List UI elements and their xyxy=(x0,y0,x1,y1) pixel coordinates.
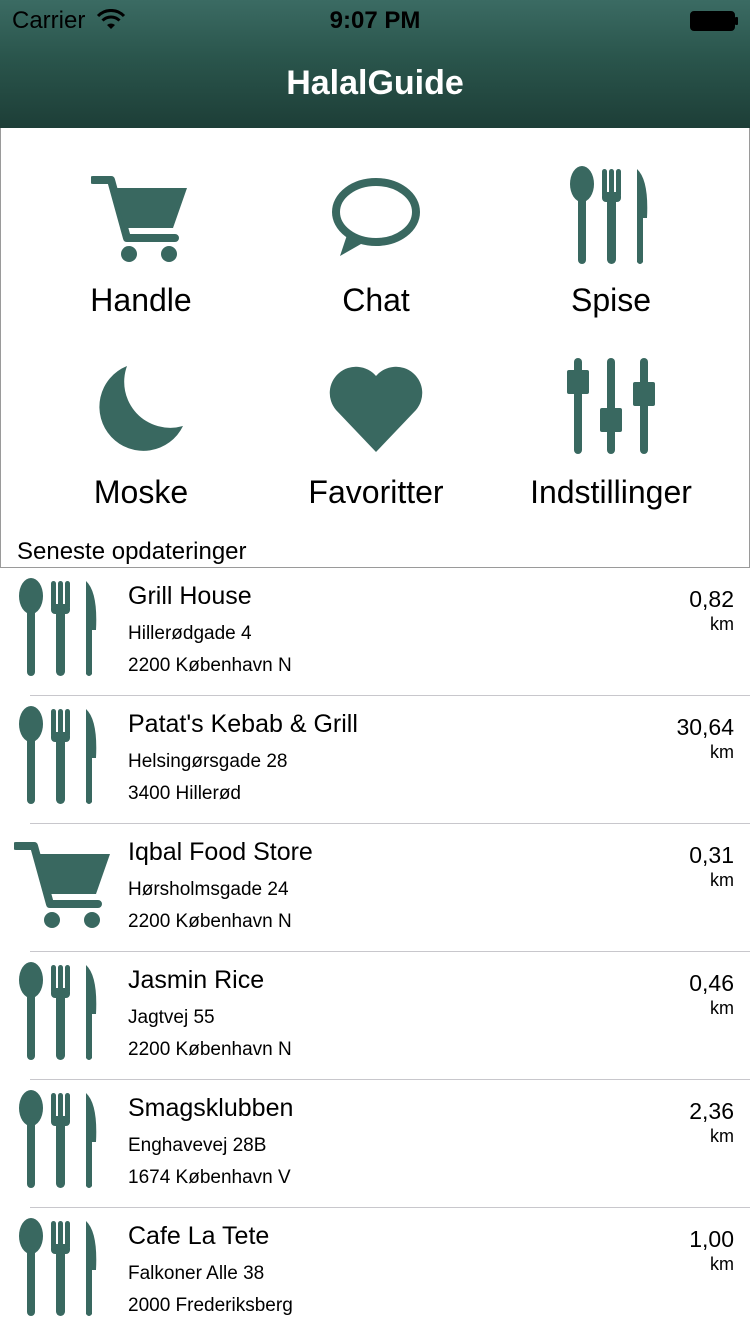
place-street: Hørsholmsgade 24 xyxy=(128,879,289,900)
menu-tile-chat[interactable]: Chat xyxy=(251,168,501,348)
place-city: 2200 København N xyxy=(128,655,292,676)
place-distance-unit: km xyxy=(710,1126,734,1146)
place-name: Grill House xyxy=(128,582,252,610)
cutlery-icon xyxy=(19,962,97,1060)
cutlery-icon xyxy=(19,578,97,676)
place-distance: 30,64 xyxy=(676,714,734,740)
cutlery-icon xyxy=(19,1090,97,1188)
cart-icon xyxy=(91,176,187,262)
list-item[interactable]: Patat's Kebab & Grill Helsingørsgade 28 … xyxy=(0,696,750,824)
menu-tile-indstillinger[interactable]: Indstillinger xyxy=(486,358,736,540)
list-item[interactable]: Iqbal Food Store Hørsholmsgade 24 2200 K… xyxy=(0,824,750,952)
place-distance: 1,00 xyxy=(689,1226,734,1252)
crescent-moon-icon xyxy=(99,366,183,451)
list-item[interactable]: Grill House Hillerødgade 4 2200 Københav… xyxy=(0,568,750,696)
section-header: Seneste opdateringer xyxy=(17,538,247,565)
menu-label-chat: Chat xyxy=(342,282,410,318)
page-title: HalalGuide xyxy=(286,64,464,102)
cutlery-icon xyxy=(19,706,97,804)
place-name: Patat's Kebab & Grill xyxy=(128,710,358,738)
place-street: Helsingørsgade 28 xyxy=(128,751,288,772)
place-name: Jasmin Rice xyxy=(128,966,265,994)
menu-label-indstillinger: Indstillinger xyxy=(530,474,692,510)
place-distance: 0,46 xyxy=(689,970,734,996)
heart-icon xyxy=(329,366,423,452)
menu-label-moske: Moske xyxy=(93,474,189,510)
menu-label-spise: Spise xyxy=(570,282,652,318)
place-street: Jagtvej 55 xyxy=(128,1007,215,1028)
main-menu-panel: Handle Chat Spise Moske Favoritter Indst… xyxy=(0,128,750,568)
status-bar: Carrier 9:07 PM xyxy=(0,0,750,40)
cutlery-icon xyxy=(19,1218,97,1316)
list-item[interactable]: Jasmin Rice Jagtvej 55 2200 København N … xyxy=(0,952,750,1080)
place-street: Hillerødgade 4 xyxy=(128,623,252,644)
menu-tile-moske[interactable]: Moske xyxy=(16,360,266,540)
place-distance-unit: km xyxy=(710,870,734,890)
sliders-icon xyxy=(567,358,655,454)
menu-tile-favoritter[interactable]: Favoritter xyxy=(251,360,501,540)
list-item[interactable]: Cafe La Tete Falkoner Alle 38 2000 Frede… xyxy=(0,1208,750,1334)
menu-tile-spise[interactable]: Spise xyxy=(486,166,736,348)
navigation-bar: Carrier 9:07 PM HalalGuide xyxy=(0,0,750,128)
cutlery-icon xyxy=(570,166,648,264)
status-time: 9:07 PM xyxy=(329,7,421,34)
place-distance-unit: km xyxy=(710,614,734,634)
place-name: Iqbal Food Store xyxy=(128,838,313,866)
place-distance-unit: km xyxy=(710,998,734,1018)
chat-bubble-icon xyxy=(332,178,420,256)
place-street: Falkoner Alle 38 xyxy=(128,1263,265,1284)
place-distance-unit: km xyxy=(710,742,734,762)
place-city: 3400 Hillerød xyxy=(128,783,241,804)
place-distance-unit: km xyxy=(710,1254,734,1274)
place-street: Enghavevej 28B xyxy=(128,1135,267,1156)
cart-icon xyxy=(14,842,110,928)
place-city: 2200 København N xyxy=(128,1039,292,1060)
menu-label-handle: Handle xyxy=(90,282,192,318)
place-name: Cafe La Tete xyxy=(128,1222,270,1250)
menu-label-favoritter: Favoritter xyxy=(308,474,444,510)
place-city: 1674 København V xyxy=(128,1167,291,1188)
list-item[interactable]: Smagsklubben Enghavevej 28B 1674 Københa… xyxy=(0,1080,750,1208)
place-name: Smagsklubben xyxy=(128,1094,294,1122)
place-distance: 2,36 xyxy=(689,1098,734,1124)
place-distance: 0,31 xyxy=(689,842,734,868)
place-city: 2000 Frederiksberg xyxy=(128,1295,293,1316)
battery-icon xyxy=(690,11,738,31)
place-distance: 0,82 xyxy=(689,586,734,612)
menu-tile-handle[interactable]: Handle xyxy=(16,168,266,348)
place-city: 2200 København N xyxy=(128,911,292,932)
